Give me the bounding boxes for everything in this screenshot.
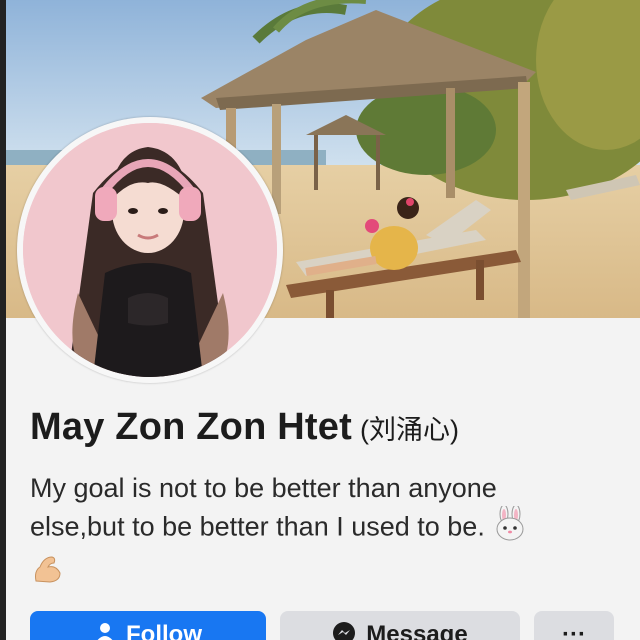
profile-name: May Zon Zon Htet — [30, 406, 352, 448]
profile-screen: May Zon Zon Htet (刘涌心) My goal is not to … — [0, 0, 640, 640]
messenger-icon — [332, 621, 356, 640]
follow-person-icon — [94, 621, 116, 640]
message-label: Message — [366, 621, 468, 640]
flexed-biceps-icon — [30, 551, 66, 596]
profile-bio: My goal is not to be better than anyone … — [30, 470, 610, 596]
screen-edge — [0, 0, 6, 640]
follow-button[interactable]: Follow — [30, 611, 266, 640]
bio-line-1: My goal is not to be better than anyone — [30, 473, 497, 503]
more-label: ··· — [562, 621, 586, 640]
avatar[interactable] — [23, 123, 277, 377]
follow-label: Follow — [126, 621, 202, 640]
bio-line-2: else,but to be better than I used to be. — [30, 511, 485, 542]
message-button[interactable]: Message — [280, 611, 520, 640]
profile-alternate-name: (刘涌心) — [359, 415, 459, 445]
more-options-button[interactable]: ··· — [534, 611, 614, 640]
rabbit-face-icon — [492, 504, 528, 551]
profile-name-row: May Zon Zon Htet (刘涌心) — [30, 406, 459, 449]
